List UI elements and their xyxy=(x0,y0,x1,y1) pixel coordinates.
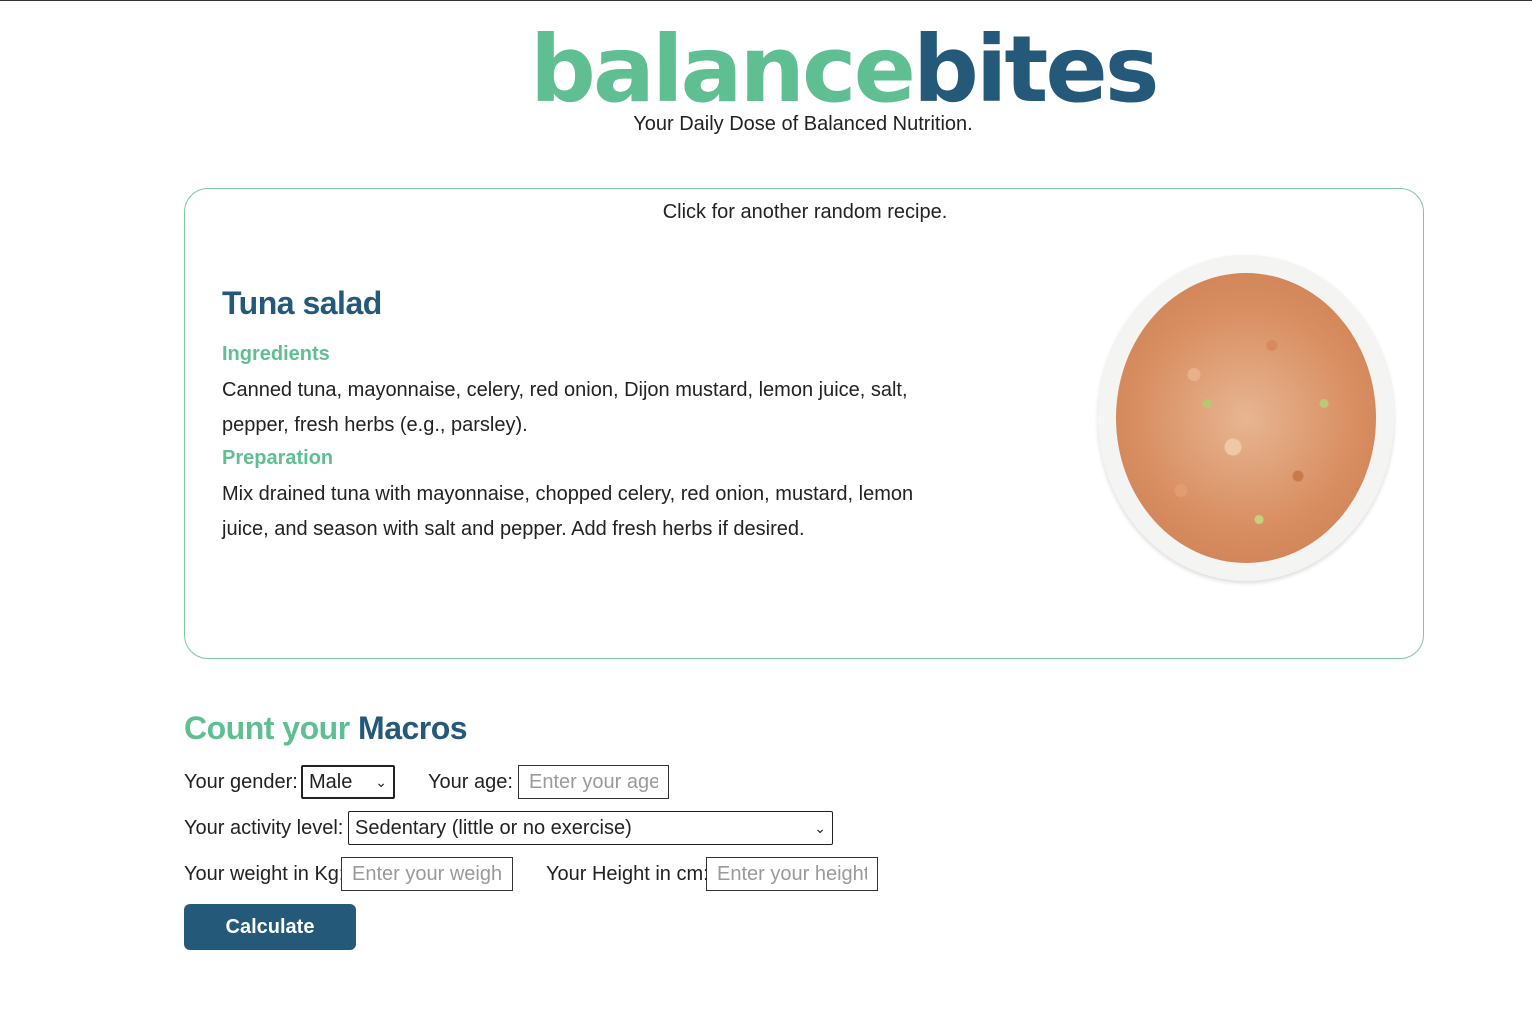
recipe-title: Tuna salad xyxy=(222,285,382,321)
activity-select[interactable]: Sedentary (little or no exercise) ⌄ xyxy=(348,811,833,845)
gender-label: Your gender: xyxy=(184,771,298,793)
random-recipe-link[interactable]: Click for another random recipe. xyxy=(185,201,1425,224)
top-border xyxy=(0,0,1532,1)
macros-title-part2: Macros xyxy=(358,710,468,746)
logo-word-balance: balance xyxy=(530,16,916,123)
ingredients-heading: Ingredients xyxy=(222,343,330,365)
recipe-image xyxy=(1098,255,1394,581)
recipe-card: Click for another random recipe. Tuna sa… xyxy=(184,188,1424,659)
height-input[interactable] xyxy=(706,857,878,891)
macros-title: Count your Macros xyxy=(184,710,468,747)
tuna-salad-food xyxy=(1116,273,1376,563)
chevron-down-icon: ⌄ xyxy=(375,773,387,790)
weight-input[interactable] xyxy=(341,857,513,891)
macros-title-part1: Count your xyxy=(184,710,350,746)
age-input[interactable] xyxy=(518,765,669,799)
chevron-down-icon: ⌄ xyxy=(814,819,826,836)
preparation-heading: Preparation xyxy=(222,447,334,469)
site-logo[interactable]: balancebites xyxy=(530,20,1160,120)
preparation-text: Mix drained tuna with mayonnaise, choppe… xyxy=(222,483,914,540)
calculate-button[interactable]: Calculate xyxy=(184,904,356,950)
ingredients-text: Canned tuna, mayonnaise, celery, red oni… xyxy=(222,379,908,436)
gender-select-value: Male xyxy=(309,770,353,793)
activity-select-value: Sedentary (little or no exercise) xyxy=(355,816,632,839)
height-label: Your Height in cm: xyxy=(546,863,709,885)
weight-label: Your weight in Kg: xyxy=(184,863,345,885)
age-label: Your age: xyxy=(428,771,513,793)
activity-label: Your activity level: xyxy=(184,817,344,839)
logo-word-bites: bites xyxy=(912,16,1160,123)
gender-select[interactable]: Male ⌄ xyxy=(301,765,395,799)
site-tagline: Your Daily Dose of Balanced Nutrition. xyxy=(633,113,973,135)
